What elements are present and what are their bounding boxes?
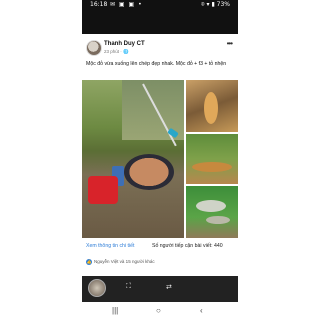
fish — [192, 162, 232, 172]
phone-screen: 16:18 ✉ ▣ ▣ • ⌾ ▾ ▮ 73% Thanh Duy CT 23 … — [82, 0, 238, 320]
post-reach: Số người tiếp cận bài viết: 440 — [152, 243, 223, 249]
notification-icons: ✉ ▣ ▣ • — [110, 1, 143, 8]
photo-right-3[interactable] — [186, 186, 238, 238]
dock-thumbnail[interactable] — [88, 279, 106, 297]
author-name[interactable]: Thanh Duy CT — [104, 41, 145, 47]
reactions-summary[interactable]: 👍 Nguyễn Việt và 15 người khác — [86, 259, 155, 265]
post-header: Thanh Duy CT 23 phút · 🌐 ••• — [82, 38, 238, 62]
photo-right-2[interactable] — [186, 134, 238, 184]
top-bar-background — [82, 10, 238, 34]
author-avatar[interactable] — [86, 40, 102, 56]
back-button[interactable]: ‹ — [200, 306, 203, 315]
fish — [206, 216, 230, 224]
system-nav-bar: ||| ○ ‹ — [82, 302, 238, 320]
photo-main[interactable] — [82, 80, 184, 238]
reactions-text: Nguyễn Việt và 15 người khác — [94, 259, 155, 265]
floating-dock: ⛶ ⇄ — [82, 276, 238, 302]
fish-pan — [124, 154, 174, 190]
fish — [196, 200, 226, 212]
status-indicators: ⌾ ▾ ▮ 73% — [201, 1, 230, 8]
fish — [204, 92, 218, 124]
red-bag — [88, 176, 118, 204]
unlink-icon[interactable]: ⇄ — [166, 283, 172, 291]
status-time: 16:18 — [90, 1, 108, 8]
home-button[interactable]: ○ — [156, 306, 161, 315]
photo-grid — [82, 80, 238, 238]
view-details-link[interactable]: Xem thông tin chi tiết — [86, 243, 134, 249]
more-options-icon[interactable]: ••• — [227, 39, 233, 48]
post-caption: Mộc đỏ vừa xuống lên chép đẹp nhak. Mộc … — [86, 61, 227, 67]
status-bar: 16:18 ✉ ▣ ▣ • ⌾ ▾ ▮ 73% — [82, 0, 238, 10]
like-icon: 👍 — [86, 259, 92, 265]
recents-button[interactable]: ||| — [112, 306, 118, 315]
post-meta: 23 phút · 🌐 — [104, 49, 129, 54]
photo-right-1[interactable] — [186, 80, 238, 132]
expand-icon[interactable]: ⛶ — [126, 283, 131, 291]
